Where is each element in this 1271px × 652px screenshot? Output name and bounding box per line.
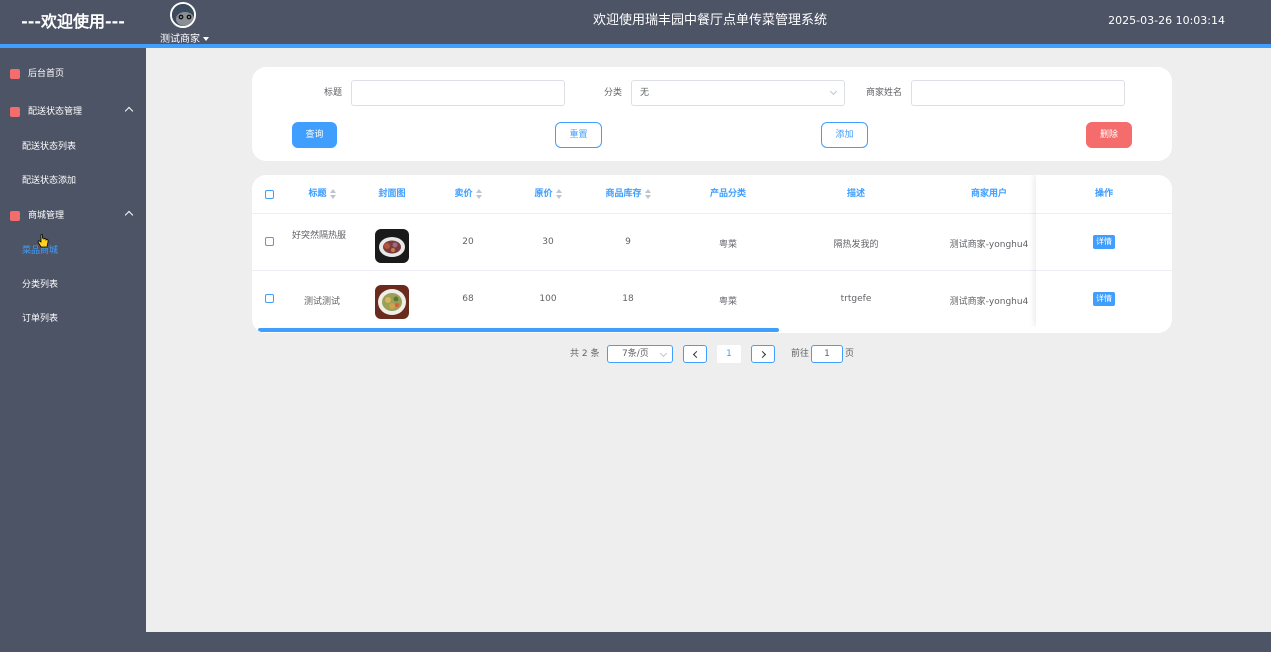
column-header-merchant: 商家用户 bbox=[970, 189, 1007, 199]
cell-stock: 18 bbox=[622, 294, 634, 304]
column-header-title[interactable]: 标题 bbox=[292, 175, 352, 213]
brand-title: ---欢迎使用--- bbox=[21, 12, 125, 31]
footer-bar bbox=[0, 632, 1271, 652]
sidebar-item-delivery-status[interactable]: 配送状态管理 bbox=[0, 97, 146, 127]
sidebar: 后台首页 配送状态管理 配送状态列表 配送状态添加 商城管理 菜品商城 分类列表… bbox=[0, 48, 146, 632]
cell-category: 粤菜 bbox=[718, 297, 737, 307]
detail-button[interactable]: 详情 bbox=[1093, 292, 1115, 306]
sidebar-item-delivery-list[interactable]: 配送状态列表 bbox=[0, 132, 146, 162]
divider bbox=[252, 270, 1172, 271]
goto-prefix: 前往 bbox=[791, 349, 810, 359]
merchant-name-input[interactable] bbox=[911, 80, 1125, 106]
column-header-cover: 封面图 bbox=[378, 189, 406, 199]
search-panel: 标题 分类 无 商家姓名 查询 重置 添加 删除 bbox=[252, 67, 1172, 161]
sort-icon[interactable] bbox=[644, 188, 651, 199]
prev-page-button[interactable] bbox=[683, 345, 707, 363]
datetime-display: 2025-03-26 10:03:14 bbox=[1108, 14, 1225, 27]
cell-title: 测试测试 bbox=[303, 297, 340, 307]
category-select[interactable]: 无 bbox=[631, 80, 845, 106]
column-header-stock[interactable]: 商品库存 bbox=[588, 175, 668, 213]
column-header-original-price[interactable]: 原价 bbox=[518, 175, 578, 213]
query-button[interactable]: 查询 bbox=[292, 122, 337, 148]
column-header-price[interactable]: 卖价 bbox=[438, 175, 498, 213]
divider bbox=[252, 213, 1172, 214]
sidebar-item-dish-mall[interactable]: 菜品商城 bbox=[0, 236, 146, 266]
sort-icon[interactable] bbox=[475, 188, 482, 199]
cover-image bbox=[375, 285, 409, 319]
divider bbox=[1036, 270, 1172, 271]
add-button[interactable]: 添加 bbox=[821, 122, 868, 148]
chevron-up-icon bbox=[124, 210, 134, 220]
cell-title: 好突然隔热服 bbox=[292, 231, 347, 241]
user-name[interactable]: 测试商家 bbox=[160, 30, 209, 45]
checkbox-icon bbox=[10, 107, 20, 117]
top-header: ---欢迎使用--- 测试商家 欢迎使用瑞丰园中餐厅点单传菜管理系统 2025-… bbox=[0, 0, 1271, 48]
chevron-left-icon bbox=[692, 350, 701, 359]
category-label: 分类 bbox=[604, 88, 623, 98]
column-header-actions: 操作 bbox=[1094, 189, 1113, 199]
cell-price: 20 bbox=[462, 237, 474, 247]
cell-original-price: 30 bbox=[542, 237, 554, 247]
column-header-description: 描述 bbox=[846, 189, 865, 199]
page-size-select[interactable]: 7条/页 bbox=[607, 345, 673, 363]
sidebar-item-home[interactable]: 后台首页 bbox=[0, 59, 146, 89]
column-header-category: 产品分类 bbox=[709, 189, 746, 199]
cell-description: 隔热发我的 bbox=[833, 240, 879, 250]
cell-merchant: 测试商家-yonghu4 bbox=[949, 240, 1029, 250]
sidebar-item-mall[interactable]: 商城管理 bbox=[0, 201, 146, 231]
monitor-icon bbox=[10, 211, 20, 221]
chevron-up-icon bbox=[124, 106, 134, 116]
title-label: 标题 bbox=[324, 88, 343, 98]
divider bbox=[1036, 213, 1172, 214]
monitor-icon bbox=[10, 69, 20, 79]
sort-icon[interactable] bbox=[555, 188, 562, 199]
action-column: 操作 详情 详情 bbox=[1036, 175, 1172, 327]
cell-price: 68 bbox=[462, 294, 474, 304]
system-title: 欢迎使用瑞丰园中餐厅点单传菜管理系统 bbox=[592, 13, 827, 28]
row-checkbox[interactable] bbox=[265, 237, 274, 246]
cell-category: 粤菜 bbox=[718, 240, 737, 250]
category-selected-value: 无 bbox=[640, 88, 650, 98]
detail-button[interactable]: 详情 bbox=[1093, 235, 1115, 249]
data-table: 标题 封面图 卖价 原价 商品库存 产品分类 描述 商家用户 好突然隔热服 20… bbox=[252, 175, 1172, 333]
sidebar-item-order-list[interactable]: 订单列表 bbox=[0, 304, 146, 334]
caret-down-icon bbox=[203, 37, 209, 41]
delete-button[interactable]: 删除 bbox=[1086, 122, 1132, 148]
cell-description: trtgefe bbox=[840, 294, 872, 304]
reset-button[interactable]: 重置 bbox=[555, 122, 602, 148]
user-menu[interactable]: 测试商家 bbox=[158, 2, 218, 45]
cover-image bbox=[375, 229, 409, 263]
sort-icon[interactable] bbox=[329, 188, 336, 199]
page-number[interactable]: 1 bbox=[717, 345, 741, 363]
total-count: 共 2 条 bbox=[570, 349, 600, 359]
sidebar-item-category-list[interactable]: 分类列表 bbox=[0, 270, 146, 300]
user-avatar[interactable] bbox=[170, 2, 196, 28]
cell-stock: 9 bbox=[625, 237, 631, 247]
goto-page-input[interactable]: 1 bbox=[811, 345, 843, 363]
select-all-checkbox[interactable] bbox=[265, 190, 274, 199]
row-checkbox[interactable] bbox=[265, 294, 274, 303]
cell-merchant: 测试商家-yonghu4 bbox=[949, 297, 1029, 307]
cell-original-price: 100 bbox=[539, 294, 557, 304]
chevron-down-icon bbox=[659, 349, 668, 358]
sidebar-item-delivery-add[interactable]: 配送状态添加 bbox=[0, 166, 146, 196]
merchant-label: 商家姓名 bbox=[866, 88, 903, 98]
hand-cursor-icon bbox=[37, 234, 49, 248]
chevron-down-icon bbox=[829, 87, 838, 96]
goto-suffix: 页 bbox=[845, 349, 855, 359]
next-page-button[interactable] bbox=[751, 345, 775, 363]
scrollbar-thumb[interactable] bbox=[258, 328, 779, 332]
chevron-right-icon bbox=[758, 350, 767, 359]
title-input[interactable] bbox=[351, 80, 565, 106]
